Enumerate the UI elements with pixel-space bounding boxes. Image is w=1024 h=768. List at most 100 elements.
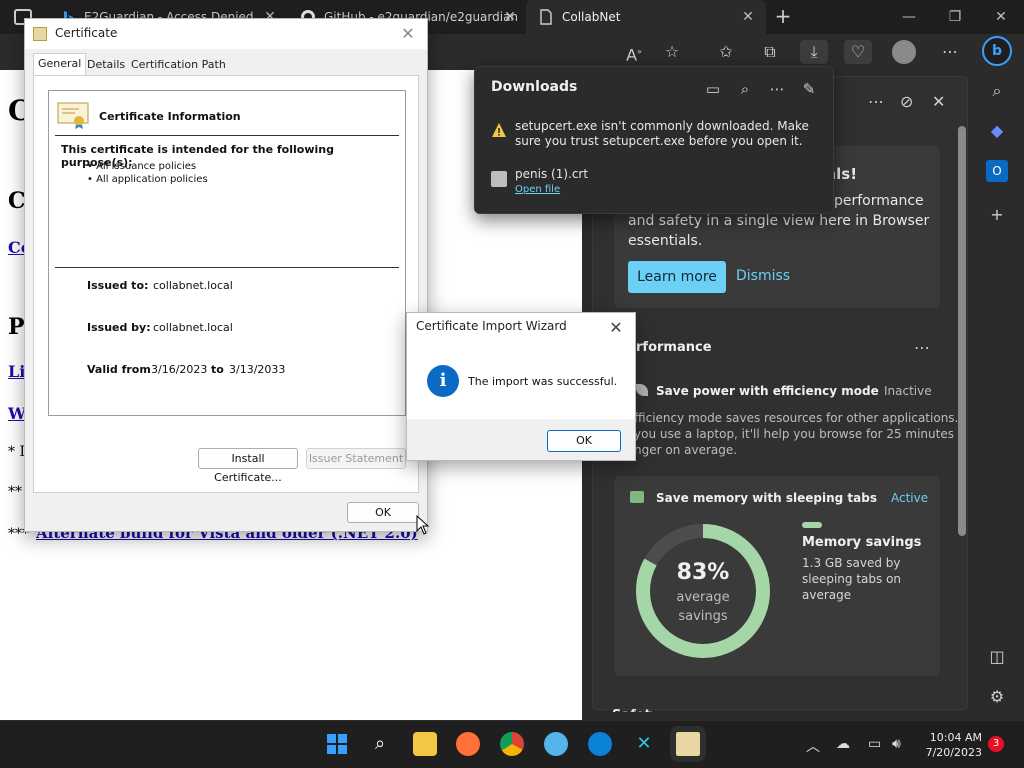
pin-icon[interactable]: ✎ xyxy=(799,79,819,99)
page-footnote: ** xyxy=(8,484,22,500)
close-tab-icon[interactable]: ✕ xyxy=(740,9,756,25)
network-icon[interactable]: ▭ xyxy=(868,736,881,752)
edge-icon[interactable] xyxy=(588,732,612,756)
tab-details[interactable]: Details xyxy=(83,55,129,75)
safety-fragment: Safety xyxy=(612,703,652,712)
read-aloud-icon[interactable]: A» xyxy=(620,40,648,64)
efficiency-desc: you use a laptop, it'll help you browse … xyxy=(634,427,954,441)
sleeping-tabs-status[interactable]: Active xyxy=(891,491,928,505)
essentials-scrollbar[interactable] xyxy=(958,126,966,536)
memory-savings-title: Memory savings xyxy=(802,535,922,550)
app-x-icon[interactable]: ✕ xyxy=(632,732,656,756)
page-footnote: * I xyxy=(8,444,25,460)
install-certificate-button[interactable]: Install Certificate... xyxy=(198,448,298,484)
bing-chat-icon[interactable]: b xyxy=(982,36,1012,66)
wizard-message: The import was successful. xyxy=(468,375,618,388)
issued-by-label: Issued by: xyxy=(87,321,151,334)
efficiency-desc: fficiency mode saves resources for other… xyxy=(634,411,959,425)
certificate-import-wizard-dialog: Certificate Import Wizard ✕ i The import… xyxy=(406,312,636,461)
system-clock[interactable]: 10:04 AM 7/20/2023 xyxy=(918,730,982,760)
close-panel-icon[interactable]: ✕ xyxy=(932,92,945,111)
more-options-icon[interactable]: ⋯ xyxy=(767,79,787,99)
clock-time: 10:04 AM xyxy=(929,731,982,744)
efficiency-status[interactable]: Inactive xyxy=(884,383,932,399)
search-icon[interactable]: ⌕ xyxy=(735,79,755,99)
card-text: and safety in a single view here in Brow… xyxy=(628,213,930,229)
efficiency-mode-title: Save power with efficiency mode xyxy=(656,384,879,398)
more-options-icon[interactable]: ⋯ xyxy=(914,338,930,357)
notification-badge[interactable]: 3 xyxy=(988,736,1004,752)
chrome-icon[interactable] xyxy=(500,732,524,756)
learn-more-button[interactable]: Learn more xyxy=(628,261,726,293)
windows-start-icon[interactable] xyxy=(325,732,349,756)
sidebar-toggle-icon[interactable]: ◫ xyxy=(986,646,1008,668)
tab-collabnet[interactable]: CollabNet ✕ xyxy=(526,0,766,34)
certificate-taskbar-icon[interactable] xyxy=(670,726,706,762)
favorite-star-icon[interactable]: ☆ xyxy=(658,40,686,64)
clock-date: 7/20/2023 xyxy=(925,746,982,759)
new-tab-button[interactable]: + xyxy=(772,4,794,28)
restore-button[interactable]: ❐ xyxy=(932,0,978,34)
ok-button[interactable]: OK xyxy=(347,502,419,523)
collections-icon[interactable]: ⧉ xyxy=(756,40,784,64)
certificate-dialog: Certificate ✕ General Details Certificat… xyxy=(24,18,428,532)
issued-to-value: collabnet.local xyxy=(153,279,233,292)
valid-from-value: 3/16/2023 xyxy=(151,363,208,376)
outlook-icon[interactable]: O xyxy=(986,160,1008,182)
ring-label: average xyxy=(676,590,730,605)
volume-icon[interactable]: 🔊︎ xyxy=(892,736,901,752)
unpin-icon[interactable]: ⊘ xyxy=(900,92,913,111)
file-explorer-icon[interactable] xyxy=(413,732,437,756)
downloads-icon[interactable]: ⤓ xyxy=(800,40,828,64)
tab-certification-path[interactable]: Certification Path xyxy=(127,55,230,75)
open-file-link[interactable]: Open file xyxy=(515,184,560,195)
issued-by-value: collabnet.local xyxy=(153,321,233,334)
open-folder-icon[interactable]: ▭ xyxy=(703,79,723,99)
search-icon[interactable]: ⌕ xyxy=(986,80,1008,102)
certificate-policy: • All issuance policies xyxy=(87,161,197,172)
valid-to-value: 3/13/2033 xyxy=(229,363,286,376)
download-file-name[interactable]: penis (1).crt xyxy=(515,167,588,181)
certificate-titlebar: Certificate ✕ xyxy=(25,19,427,49)
favorites-icon[interactable]: ✩ xyxy=(712,40,740,64)
tab-label: CollabNet xyxy=(562,10,621,24)
wizard-title: Certificate Import Wizard xyxy=(416,319,567,333)
firefox-icon[interactable] xyxy=(456,732,480,756)
tab-general[interactable]: General xyxy=(33,53,87,75)
issuer-statement-button: Issuer Statement xyxy=(306,448,406,469)
divider xyxy=(55,267,399,268)
ring-label: savings xyxy=(678,609,728,624)
certificate-icon xyxy=(33,27,47,41)
divider xyxy=(55,135,399,136)
close-tab-icon[interactable]: ✕ xyxy=(502,9,518,25)
performance-title: rformance xyxy=(636,340,712,355)
settings-gear-icon[interactable]: ⚙ xyxy=(986,686,1008,708)
ok-button[interactable]: OK xyxy=(547,430,621,452)
page-link[interactable]: Li xyxy=(8,362,25,381)
search-icon[interactable]: ⌕ xyxy=(368,732,392,756)
more-options-icon[interactable]: ⋯ xyxy=(936,40,964,64)
more-options-icon[interactable]: ⋯ xyxy=(868,92,884,111)
ring-percent: 83% xyxy=(676,560,730,585)
valid-from-label: Valid from xyxy=(87,363,151,376)
cloud-icon[interactable]: ☁ xyxy=(836,736,850,752)
browser-essentials-icon[interactable]: ♡ xyxy=(844,40,872,64)
info-icon: i xyxy=(427,365,459,397)
paint-icon[interactable] xyxy=(544,732,568,756)
memory-savings-desc: average xyxy=(802,588,852,602)
show-hidden-icons[interactable]: ︿ xyxy=(806,736,820,756)
certificate-info-icon xyxy=(57,102,89,129)
close-icon[interactable]: ✕ xyxy=(397,23,419,45)
page-subheading: C xyxy=(8,188,26,214)
dismiss-link[interactable]: Dismiss xyxy=(736,268,790,284)
minimize-button[interactable]: — xyxy=(886,0,932,34)
downloads-title: Downloads xyxy=(491,79,578,95)
add-icon[interactable]: + xyxy=(986,204,1008,226)
download-warning-text[interactable]: setupcert.exe isn't commonly downloaded.… xyxy=(515,119,825,149)
close-window-button[interactable]: ✕ xyxy=(978,0,1024,34)
profile-avatar-icon[interactable] xyxy=(892,40,916,64)
copilot-icon[interactable]: ◆ xyxy=(986,120,1008,142)
memory-savings-desc: sleeping tabs on xyxy=(802,572,902,586)
general-tab-panel: Certificate Information This certificate… xyxy=(33,75,419,493)
close-icon[interactable]: ✕ xyxy=(605,317,627,339)
